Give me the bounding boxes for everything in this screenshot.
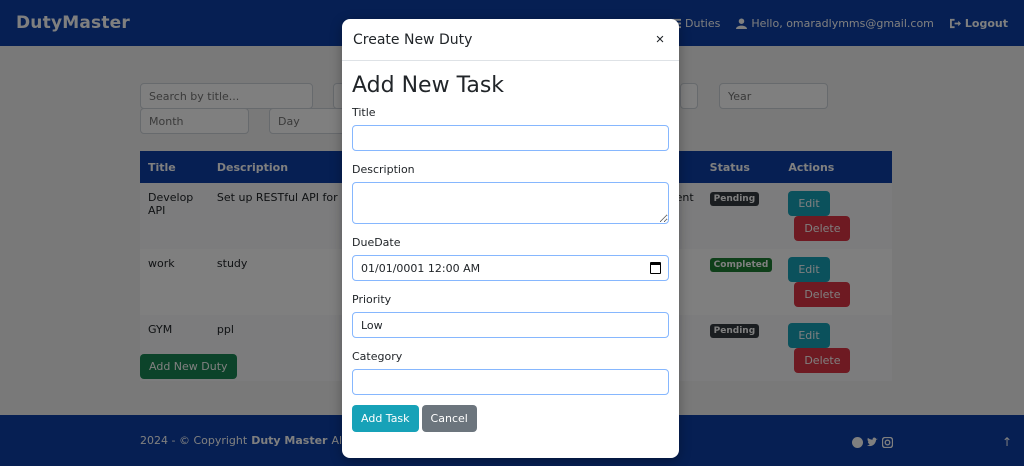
duedate-wrapper <box>352 255 669 281</box>
category-input[interactable] <box>352 369 669 395</box>
modal-body: Add New Task Title Description DueDate P… <box>342 73 679 432</box>
cancel-button[interactable]: Cancel <box>421 405 477 432</box>
close-icon[interactable]: × <box>652 31 668 48</box>
create-duty-modal: Create New Duty × Add New Task Title Des… <box>342 19 679 458</box>
duedate-input[interactable] <box>352 255 669 281</box>
description-input[interactable] <box>352 182 669 224</box>
priority-label: Priority <box>352 293 392 306</box>
calendar-icon[interactable] <box>650 262 661 274</box>
modal-title: Create New Duty <box>353 31 473 48</box>
description-label: Description <box>352 163 415 176</box>
priority-input[interactable] <box>352 312 669 338</box>
title-label: Title <box>352 106 376 119</box>
modal-header: Create New Duty × <box>342 19 679 61</box>
form-actions: Add Task Cancel <box>352 405 669 432</box>
category-label: Category <box>352 350 403 363</box>
add-task-button[interactable]: Add Task <box>352 405 419 432</box>
form-heading: Add New Task <box>352 73 505 98</box>
title-input[interactable] <box>352 125 669 151</box>
duedate-label: DueDate <box>352 236 401 249</box>
